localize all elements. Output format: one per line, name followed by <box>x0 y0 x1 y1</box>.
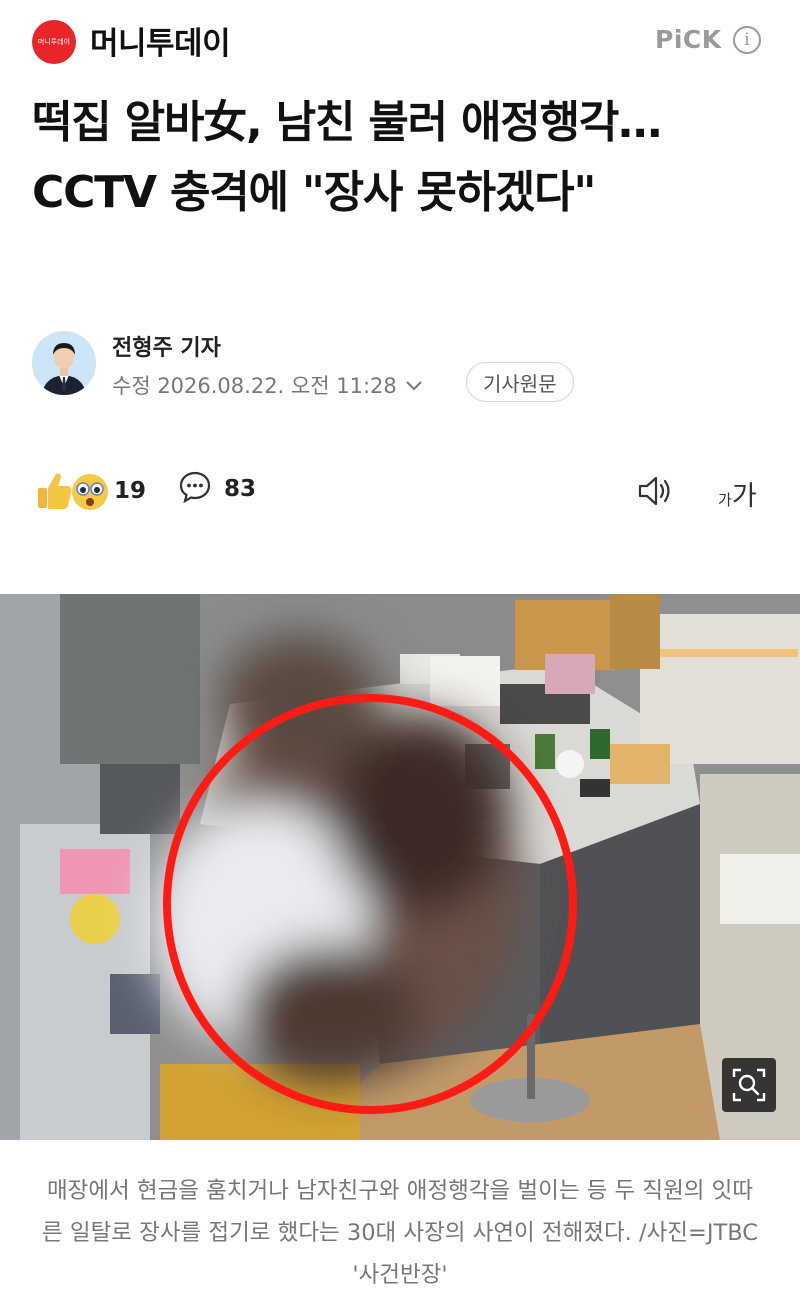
font-size-large-label: 가 <box>731 481 757 512</box>
article-title: 떡집 알바女, 남친 불러 애정행각…CCTV 충격에 "장사 못하겠다" <box>32 97 662 218</box>
pick-badge: PiCK <box>655 25 722 54</box>
comment-count: 83 <box>224 476 257 502</box>
surprised-face-icon <box>72 474 108 510</box>
reaction-count: 19 <box>114 478 147 504</box>
speaker-icon[interactable] <box>636 474 678 512</box>
original-article-button[interactable]: 기사원문 <box>466 362 574 402</box>
chevron-down-icon[interactable] <box>405 376 423 395</box>
comment-button[interactable]: 83 <box>178 470 256 508</box>
reaction-icons <box>36 470 110 512</box>
font-size-small-label: 가 <box>718 491 732 509</box>
thumbs-up-icon <box>38 473 72 509</box>
publisher-name[interactable]: 머니투데이 <box>90 18 231 63</box>
speech-bubble-icon <box>178 470 212 508</box>
reaction-button[interactable]: 19 <box>36 470 146 512</box>
info-icon[interactable]: i <box>733 26 761 54</box>
publisher-logo[interactable]: 머니투데이 <box>32 20 76 64</box>
modified-date-text: 수정 2026.08.22. 오전 11:28 <box>112 374 397 398</box>
author-avatar[interactable] <box>32 331 96 395</box>
author-name[interactable]: 전형주 기자 <box>112 330 221 362</box>
modified-date[interactable]: 수정 2026.08.22. 오전 11:28 <box>112 370 423 400</box>
zoom-magnifier-icon[interactable] <box>722 1058 776 1112</box>
photo-caption: 매장에서 현금을 훔치거나 남자친구와 애정행각을 벌이는 등 두 직원의 잇따… <box>42 1178 758 1288</box>
top-header: 머니투데이 머니투데이 PiCK i <box>0 0 800 80</box>
article-photo[interactable] <box>0 594 800 1140</box>
font-size-button[interactable]: 가가 <box>718 474 757 513</box>
